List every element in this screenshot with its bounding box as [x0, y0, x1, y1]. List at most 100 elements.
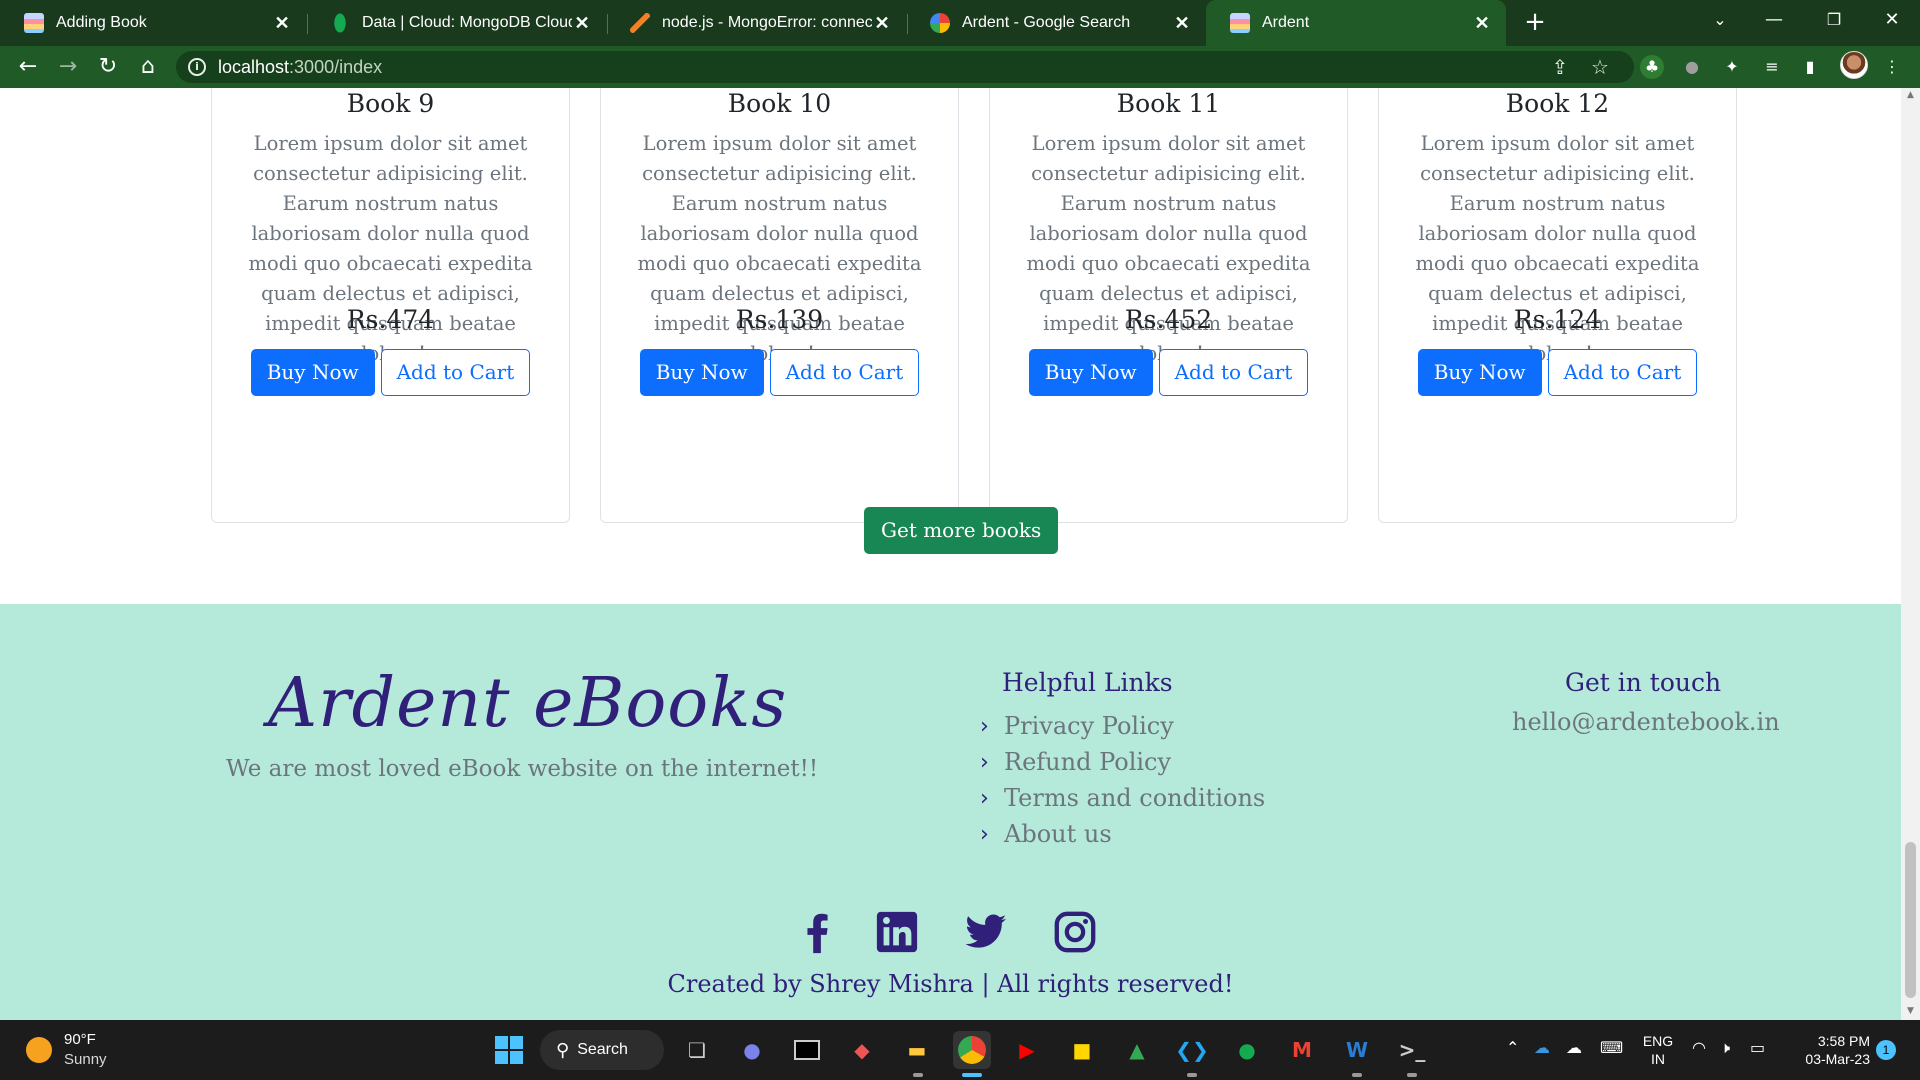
browser-toolbar: ← → ↻ ⌂ i localhost:3000/index ⇪ ☆ ♣ ● ✦… — [0, 46, 1920, 88]
profile-avatar[interactable] — [1840, 51, 1868, 79]
footer-link-privacy-policy[interactable]: › Privacy Policy — [980, 708, 1265, 744]
search-label: Search — [577, 1041, 628, 1058]
book-card: Book 10 Lorem ipsum dolor sit amet conse… — [600, 88, 959, 523]
vscode-icon[interactable]: ❮❯ — [1173, 1031, 1211, 1069]
google-drive-icon[interactable]: ▲ — [1118, 1031, 1156, 1069]
windows-start-icon[interactable] — [490, 1031, 528, 1069]
scrollbar-thumb[interactable] — [1905, 842, 1916, 998]
helpful-links-heading: Helpful Links — [1002, 668, 1173, 697]
reload-icon[interactable]: ↻ — [92, 51, 124, 83]
footer-brand: Ardent eBooks — [268, 664, 788, 743]
window-close-icon[interactable]: ✕ — [1862, 0, 1920, 40]
close-icon[interactable]: ✕ — [272, 13, 292, 34]
chevron-right-icon: › — [980, 713, 989, 739]
onedrive-cloud-icon[interactable]: ☁ — [1534, 1038, 1550, 1057]
twitter-icon[interactable] — [962, 908, 1010, 956]
chrome-icon[interactable] — [953, 1031, 991, 1069]
close-icon[interactable]: ✕ — [572, 13, 592, 34]
tab-mongodb-cloud[interactable]: Data | Cloud: MongoDB Cloud ✕ — [306, 0, 606, 46]
keyboard-icon[interactable]: ⌨ — [1600, 1038, 1623, 1057]
kebab-menu-icon[interactable]: ⋮ — [1880, 55, 1904, 79]
side-panel-icon[interactable]: ▮ — [1798, 55, 1822, 79]
git-client-icon[interactable]: ◆ — [843, 1031, 881, 1069]
weather-temperature[interactable]: 90°F — [64, 1031, 96, 1048]
notification-badge[interactable]: 1 — [1876, 1040, 1896, 1060]
word-icon[interactable]: W — [1338, 1031, 1376, 1069]
footer-link-terms[interactable]: › Terms and conditions — [980, 780, 1265, 816]
running-indicator — [913, 1073, 923, 1077]
add-to-cart-button[interactable]: Add to Cart — [1158, 349, 1309, 396]
tab-google-search[interactable]: Ardent - Google Search ✕ — [906, 0, 1206, 46]
tab-title: Ardent - Google Search — [962, 14, 1131, 31]
tab-search-chevron-icon[interactable]: ⌄ — [1690, 0, 1750, 40]
card-actions: Buy Now Add to Cart — [990, 349, 1347, 396]
wifi-icon[interactable]: ◠ — [1692, 1038, 1706, 1057]
forward-arrow-icon[interactable]: → — [52, 51, 84, 83]
show-hidden-icons-chevron-icon[interactable]: ⌃ — [1506, 1038, 1519, 1057]
link-label: Refund Policy — [1004, 748, 1172, 776]
buy-now-button[interactable]: Buy Now — [1028, 349, 1153, 396]
share-icon[interactable]: ⇪ — [1548, 55, 1572, 79]
terminal-app-icon[interactable] — [788, 1031, 826, 1069]
input-language-indicator[interactable]: ENG IN — [1640, 1032, 1676, 1068]
close-icon[interactable]: ✕ — [1472, 13, 1492, 34]
system-clock[interactable]: 3:58 PM 03-Mar-23 — [1790, 1032, 1870, 1068]
link-label: About us — [1004, 820, 1112, 848]
clock-date: 03-Mar-23 — [1805, 1051, 1870, 1067]
tree-extension-icon[interactable]: ♣ — [1640, 55, 1664, 79]
contact-email-link[interactable]: hello@ardentebook.in — [1512, 708, 1780, 736]
close-icon[interactable]: ✕ — [872, 13, 892, 34]
task-view-icon[interactable]: ❏ — [678, 1031, 716, 1069]
tab-adding-book[interactable]: Adding Book ✕ — [0, 0, 306, 46]
add-to-cart-button[interactable]: Add to Cart — [769, 349, 920, 396]
gmail-icon[interactable]: M — [1283, 1031, 1321, 1069]
tab-ardent[interactable]: Ardent ✕ — [1206, 0, 1506, 46]
youtube-icon[interactable]: ▶ — [1008, 1031, 1046, 1069]
add-to-cart-button[interactable]: Add to Cart — [380, 349, 531, 396]
volume-muted-icon[interactable]: 🕨 — [1720, 1038, 1730, 1058]
puzzle-extensions-icon[interactable]: ✦ — [1720, 55, 1744, 79]
back-arrow-icon[interactable]: ← — [12, 51, 44, 83]
tab-stackoverflow[interactable]: node.js - MongoError: connect EC ✕ — [606, 0, 906, 46]
close-icon[interactable]: ✕ — [1172, 13, 1192, 34]
mongodb-compass-icon[interactable]: ● — [1228, 1031, 1266, 1069]
dropper-extension-icon[interactable]: ● — [1680, 55, 1704, 79]
media-queue-icon[interactable]: ≡ — [1760, 55, 1784, 79]
address-bar[interactable]: i localhost:3000/index ⇪ ☆ — [176, 51, 1634, 83]
weather-description[interactable]: Sunny — [64, 1051, 107, 1068]
get-more-books-button[interactable]: Get more books — [864, 507, 1059, 554]
page-scrollbar[interactable]: ▲ ▼ — [1901, 88, 1920, 1020]
add-to-cart-button[interactable]: Add to Cart — [1547, 349, 1698, 396]
battery-icon[interactable]: ▭ — [1750, 1038, 1765, 1057]
footer-link-refund-policy[interactable]: › Refund Policy — [980, 744, 1265, 780]
language-code: ENG — [1642, 1033, 1674, 1049]
restore-icon[interactable]: ❐ — [1804, 0, 1864, 40]
home-icon[interactable]: ⌂ — [132, 51, 164, 83]
buy-now-button[interactable]: Buy Now — [639, 349, 764, 396]
tab-title: node.js - MongoError: connect EC — [662, 14, 872, 31]
teams-chat-icon[interactable]: ● — [733, 1031, 771, 1069]
facebook-icon[interactable] — [794, 908, 842, 956]
windows-taskbar: 90°F Sunny ⚲ Search ❏ ● ◆ ▬ ▶ ■ ▲ ❮❯ ● M… — [0, 1020, 1920, 1080]
url-text[interactable]: localhost:3000/index — [218, 57, 382, 78]
instagram-icon[interactable] — [1051, 908, 1099, 956]
url-host: localhost — [218, 57, 290, 77]
file-explorer-icon[interactable]: ▬ — [898, 1031, 936, 1069]
buy-now-button[interactable]: Buy Now — [1417, 349, 1542, 396]
footer-link-about-us[interactable]: › About us — [980, 816, 1265, 852]
bookmark-star-icon[interactable]: ☆ — [1588, 55, 1612, 79]
minimize-icon[interactable]: — — [1744, 0, 1804, 40]
buy-now-button[interactable]: Buy Now — [250, 349, 375, 396]
linkedin-icon[interactable] — [873, 908, 921, 956]
new-tab-plus-icon[interactable]: + — [1518, 6, 1552, 40]
site-info-icon[interactable]: i — [188, 58, 206, 76]
windows-terminal-icon[interactable]: >_ — [1393, 1031, 1431, 1069]
scroll-up-arrow-icon[interactable]: ▲ — [1905, 90, 1916, 100]
sun-weather-icon[interactable] — [26, 1037, 52, 1063]
book-card: Book 11 Lorem ipsum dolor sit amet conse… — [989, 88, 1348, 523]
scroll-down-arrow-icon[interactable]: ▼ — [1905, 1006, 1916, 1016]
taskbar-search-button[interactable]: ⚲ Search — [540, 1030, 664, 1070]
sticky-notes-icon[interactable]: ■ — [1063, 1031, 1101, 1069]
cloud-sync-icon[interactable]: ☁ — [1566, 1038, 1582, 1057]
book-title: Book 9 — [346, 89, 435, 118]
